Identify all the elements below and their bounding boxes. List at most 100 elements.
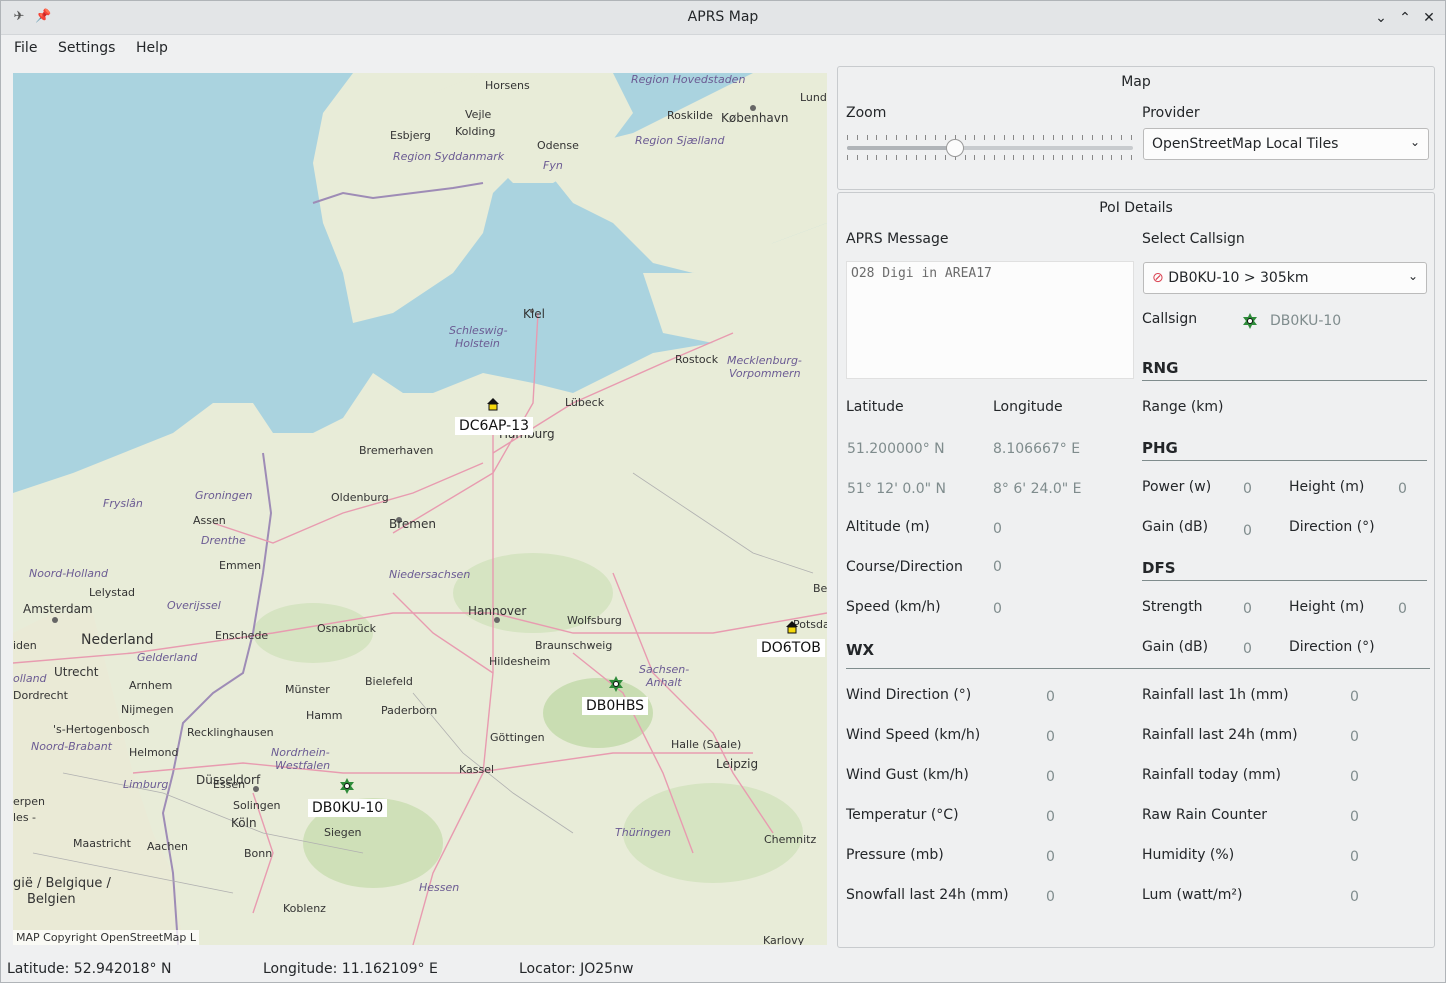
- wind-direction-value: 0: [1046, 689, 1055, 705]
- map-label: Wolfsburg: [567, 614, 622, 627]
- map-label: Lübeck: [565, 396, 605, 409]
- rain-today-label: Rainfall today (mm): [1142, 767, 1281, 783]
- station-label-db0ku-10[interactable]: DB0KU-10: [308, 799, 388, 817]
- slider-tick: [916, 155, 917, 160]
- humidity-label: Humidity (%): [1142, 847, 1235, 863]
- digipeater-icon[interactable]: [608, 676, 624, 692]
- map-label: Kassel: [459, 763, 495, 776]
- map-label: Enschede: [215, 629, 269, 642]
- provider-select[interactable]: OpenStreetMap Local Tiles ⌄: [1143, 128, 1429, 160]
- power-value: 0: [1243, 481, 1252, 497]
- map-label: Mecklenburg-: [727, 354, 802, 367]
- rng-section-title: RNG: [1142, 359, 1179, 377]
- slider-tick: [886, 135, 887, 140]
- map-label: Hessen: [419, 881, 460, 894]
- panel-title: Map: [1121, 74, 1151, 90]
- status-latitude: Latitude: 52.942018° N: [7, 961, 172, 977]
- slider-tick: [945, 135, 946, 140]
- rain-24h-label: Rainfall last 24h (mm): [1142, 727, 1298, 743]
- snowfall-label: Snowfall last 24h (mm): [846, 887, 1009, 903]
- map-label: Hamm: [306, 709, 343, 722]
- wind-gust-label: Wind Gust (km/h): [846, 767, 969, 783]
- close-icon[interactable]: ✕: [1419, 8, 1439, 28]
- slider-tick: [1072, 135, 1073, 140]
- map-label: Roskilde: [667, 109, 713, 122]
- longitude-label: Longitude: [993, 399, 1063, 415]
- slider-tick: [935, 155, 936, 160]
- dfs-height-label: Height (m): [1289, 599, 1365, 615]
- map-label: olland: [13, 672, 47, 685]
- map-copyright: MAP Copyright OpenStreetMap L: [13, 930, 200, 945]
- map-label: Osnabrück: [317, 622, 376, 635]
- wind-gust-value: 0: [1046, 769, 1055, 785]
- map-view[interactable]: Horsens Vejle Kolding Esbjerg Region Hov…: [13, 73, 827, 945]
- slider-tick: [906, 135, 907, 140]
- map-label: Be: [813, 582, 827, 595]
- map-label: Esbjerg: [390, 129, 431, 142]
- slider-tick: [1004, 155, 1005, 160]
- digipeater-icon[interactable]: [339, 778, 355, 794]
- strength-label: Strength: [1142, 599, 1203, 615]
- map-label: Düsseldorf: [196, 773, 261, 787]
- station-label-dc6ap-13[interactable]: DC6AP-13: [455, 417, 534, 435]
- zoom-label: Zoom: [846, 105, 887, 121]
- minimize-icon[interactable]: ⌄: [1371, 8, 1391, 28]
- map-label: Bielefeld: [365, 675, 413, 688]
- slider-tick: [876, 135, 877, 140]
- range-label: Range (km): [1142, 399, 1224, 415]
- slider-tick: [1013, 155, 1014, 160]
- house-icon[interactable]: [485, 396, 501, 412]
- phg-height-label: Height (m): [1289, 479, 1365, 495]
- rain-1h-label: Rainfall last 1h (mm): [1142, 687, 1289, 703]
- slider-tick: [994, 135, 995, 140]
- digipeater-icon: [1243, 313, 1257, 329]
- map-label: Westfalen: [275, 759, 331, 772]
- map-label: Halle (Saale): [671, 738, 742, 751]
- strength-value: 0: [1243, 601, 1252, 617]
- phg-gain-label: Gain (dB): [1142, 519, 1209, 535]
- divider: [1142, 580, 1427, 581]
- slider-tick: [994, 155, 995, 160]
- menu-settings[interactable]: Settings: [58, 40, 115, 56]
- map-label: Nordrhein-: [271, 746, 330, 759]
- map-label: Noord-Brabant: [31, 740, 112, 753]
- map-label: Arnhem: [129, 679, 173, 692]
- map-label: Schleswig-: [449, 324, 508, 337]
- aprs-message-field[interactable]: O28 Digi in AREA17: [846, 261, 1134, 379]
- house-icon[interactable]: [784, 619, 800, 635]
- callsign-select[interactable]: ⊘ DB0KU-10 > 305km ⌄: [1143, 262, 1427, 294]
- station-label-db0hbs[interactable]: DB0HBS: [582, 697, 649, 715]
- callsign-label: Callsign: [1142, 311, 1198, 327]
- zoom-slider[interactable]: [847, 135, 1133, 161]
- latitude-dms: 51° 12' 0.0" N: [847, 481, 947, 497]
- power-label: Power (w): [1142, 479, 1212, 495]
- wind-speed-value: 0: [1046, 729, 1055, 745]
- map-label: København: [721, 111, 789, 125]
- slider-handle[interactable]: [946, 139, 964, 157]
- dfs-gain-value: 0: [1243, 641, 1252, 657]
- map-label: iden: [13, 639, 37, 652]
- map-label: Nijmegen: [121, 703, 174, 716]
- slider-tick: [1092, 155, 1093, 160]
- pressure-label: Pressure (mb): [846, 847, 944, 863]
- phg-height-value: 0: [1398, 481, 1407, 497]
- callsign-value: DB0KU-10: [1270, 313, 1342, 329]
- status-longitude: Longitude: 11.162109° E: [263, 961, 438, 977]
- slider-tick: [847, 155, 848, 160]
- chevron-down-icon: ⌄: [1409, 135, 1420, 149]
- menu-file[interactable]: File: [14, 40, 37, 56]
- slider-tick: [1092, 135, 1093, 140]
- course-label: Course/Direction: [846, 559, 963, 575]
- map-label: Maastricht: [73, 837, 131, 850]
- map-label: Bonn: [244, 847, 273, 860]
- slider-tick: [1053, 135, 1054, 140]
- slider-tick: [925, 155, 926, 160]
- slider-tick: [935, 135, 936, 140]
- station-label-do6tob[interactable]: DO6TOB: [757, 639, 825, 657]
- maximize-icon[interactable]: ⌃: [1395, 8, 1415, 28]
- menu-help[interactable]: Help: [136, 40, 168, 56]
- slider-tick: [965, 135, 966, 140]
- slider-tick: [857, 155, 858, 160]
- raw-rain-label: Raw Rain Counter: [1142, 807, 1268, 823]
- map-label: erpen: [13, 795, 46, 808]
